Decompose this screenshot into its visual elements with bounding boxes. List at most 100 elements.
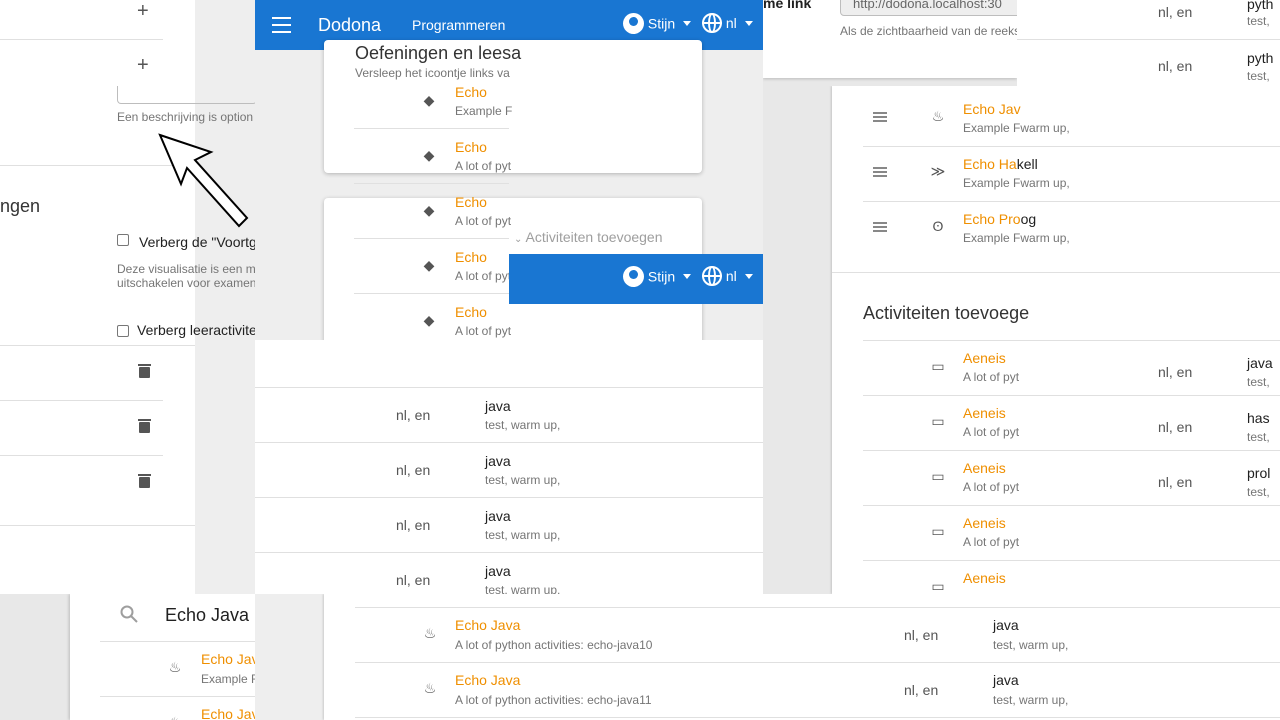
visualization-note-2: uitschakelen voor examen bbox=[117, 276, 255, 290]
activity-title[interactable]: Echo Jav bbox=[963, 101, 1021, 117]
description-input[interactable] bbox=[117, 86, 255, 104]
table-row[interactable]: ♨ Echo Java A lot of python activities: … bbox=[355, 612, 1280, 660]
list-item[interactable]: ♨ Echo Jav Example Fwarm up, bbox=[863, 92, 1280, 140]
add-plus-button-2[interactable]: + bbox=[137, 54, 149, 77]
activity-title[interactable]: Echo bbox=[455, 84, 487, 100]
drag-handle-icon[interactable] bbox=[873, 167, 887, 177]
user-menu[interactable]: Stijn bbox=[623, 13, 692, 34]
activity-title[interactable]: Echo Proog bbox=[963, 211, 1036, 227]
language-cell: nl, en bbox=[1158, 4, 1193, 20]
activity-subtitle: A lot of pyt bbox=[455, 324, 512, 338]
activity-title[interactable]: Echo bbox=[455, 139, 487, 155]
activity-title[interactable]: Echo bbox=[455, 249, 487, 265]
activity-subtitle: Example Fwarm up, bbox=[963, 231, 1070, 245]
book-icon: ▭ bbox=[931, 358, 945, 374]
drag-handle-icon[interactable] bbox=[873, 112, 887, 122]
programming-language-cell: has bbox=[1247, 410, 1270, 426]
left-panel: + + Een beschrijving is option ngen Verb… bbox=[0, 0, 255, 594]
activity-title[interactable]: Echo bbox=[455, 194, 487, 210]
hide-progress-label: Verberg de "Voortg bbox=[139, 234, 255, 250]
language-menu[interactable]: nl bbox=[702, 266, 753, 286]
user-name: Stijn bbox=[647, 15, 676, 32]
chevron-down-icon bbox=[683, 21, 692, 26]
book-icon: ▭ bbox=[931, 578, 945, 594]
list-item[interactable]: ◆ Echo A lot of pyt bbox=[354, 190, 511, 238]
activity-title[interactable]: Echo Java bbox=[455, 672, 520, 688]
language-menu[interactable]: nl bbox=[702, 13, 753, 33]
search-panel: Echo Java ♨ Echo Jav Example F ♨ Echo Ja… bbox=[0, 594, 255, 720]
python-icon: ◆ bbox=[423, 312, 435, 328]
language-cell: nl, en bbox=[396, 517, 431, 533]
list-item[interactable]: ◆ Echo Example F bbox=[354, 80, 513, 128]
list-item[interactable]: ≫ Echo Hakell Example Fwarm up, bbox=[863, 147, 1280, 195]
activity-subtitle: A lot of python activities: echo-java10 bbox=[455, 638, 653, 652]
list-item[interactable]: ◆ Echo A lot of pyt bbox=[354, 245, 511, 293]
activity-subtitle: A lot of python activities: echo-java11 bbox=[455, 693, 652, 707]
brand-title[interactable]: Dodona bbox=[318, 15, 381, 36]
section-title: Oefeningen en leesa bbox=[355, 43, 522, 63]
activity-title[interactable]: Aeneis bbox=[963, 460, 1006, 476]
nav-link-programmeren[interactable]: Programmeren bbox=[412, 17, 505, 33]
delete-icon[interactable] bbox=[138, 474, 151, 488]
activity-subtitle: A lot of pyt bbox=[963, 535, 1020, 549]
activity-table-top: nl, en pyth test, nl, en pyth test, bbox=[1017, 0, 1280, 92]
activity-title[interactable]: Aeneis bbox=[963, 350, 1006, 366]
list-item[interactable]: ♨ Echo Jav Example F bbox=[100, 646, 255, 694]
activity-subtitle: Example F bbox=[201, 672, 255, 686]
activity-title[interactable]: Echo Jav bbox=[201, 651, 255, 667]
add-plus-button[interactable]: + bbox=[137, 0, 149, 23]
activity-title[interactable]: Aeneis bbox=[963, 570, 1006, 586]
tags-cell: test, warm up, bbox=[485, 528, 561, 542]
delete-icon[interactable] bbox=[138, 419, 151, 433]
chevron-down-icon bbox=[744, 20, 753, 26]
activity-title[interactable]: Echo Jav bbox=[201, 706, 255, 720]
section-title: ngen bbox=[0, 196, 41, 216]
link-field[interactable]: http://dodona.localhost:30 bbox=[840, 0, 1017, 16]
delete-icon[interactable] bbox=[138, 364, 151, 378]
activity-title[interactable]: Echo bbox=[455, 304, 487, 320]
language-cell: nl, en bbox=[1158, 364, 1193, 380]
language-code: nl bbox=[725, 268, 737, 284]
globe-icon bbox=[702, 13, 722, 33]
list-item[interactable]: ʘ Echo Proog Example Fwarm up, bbox=[863, 202, 1280, 250]
link-label: me link bbox=[763, 0, 812, 11]
tags-cell: test, bbox=[1247, 14, 1270, 28]
java-icon: ♨ bbox=[165, 714, 185, 720]
python-icon: ◆ bbox=[423, 92, 435, 108]
tags-cell: test, bbox=[1247, 430, 1270, 444]
activity-title[interactable]: Echo Hakell bbox=[963, 156, 1038, 172]
activity-table-middle: nl, en java test, warm up, nl, en java t… bbox=[255, 340, 763, 594]
programming-language-cell: java bbox=[993, 617, 1019, 633]
activity-subtitle: Example Fwarm up, bbox=[963, 121, 1070, 135]
java-icon: ♨ bbox=[423, 625, 437, 641]
list-item[interactable]: ♨ Echo Jav bbox=[100, 701, 255, 720]
menu-icon[interactable] bbox=[272, 17, 291, 33]
activity-title[interactable]: Aeneis bbox=[963, 405, 1006, 421]
python-icon: ◆ bbox=[423, 257, 435, 273]
list-item[interactable]: ▭ Aeneis A lot of pyt bbox=[863, 511, 1280, 559]
user-menu[interactable]: Stijn bbox=[623, 266, 692, 287]
language-cell: nl, en bbox=[904, 627, 939, 643]
activity-title[interactable]: Echo Java bbox=[455, 617, 520, 633]
book-icon: ▭ bbox=[931, 468, 945, 484]
activity-table-bottom: ♨ Echo Java A lot of python activities: … bbox=[255, 594, 1280, 720]
drag-handle-icon[interactable] bbox=[873, 222, 887, 232]
table-row[interactable]: ♨ Echo Java A lot of python activities: … bbox=[355, 667, 1280, 715]
tags-cell: test, warm up, bbox=[485, 583, 561, 594]
language-cell: nl, en bbox=[1158, 419, 1193, 435]
list-item[interactable]: ▭ Aeneis A lot of pyt nl, en java test, bbox=[863, 346, 1280, 394]
list-item[interactable]: ◆ Echo A lot of pyt bbox=[354, 300, 512, 340]
language-cell: nl, en bbox=[1158, 58, 1193, 74]
chevron-down-icon: ⌄ bbox=[514, 234, 523, 245]
list-item[interactable]: ▭ Aeneis A lot of pyt nl, en prol test, bbox=[863, 456, 1280, 504]
list-item[interactable]: ◆ Echo A lot of pyt bbox=[354, 135, 511, 183]
hide-activities-checkbox[interactable] bbox=[117, 325, 129, 337]
add-activities-button[interactable]: ⌄ Activiteiten toevoegen bbox=[514, 229, 663, 245]
list-item[interactable]: ▭ Aeneis bbox=[863, 566, 1280, 594]
owl-icon: ʘ bbox=[932, 218, 944, 234]
activity-title[interactable]: Aeneis bbox=[963, 515, 1006, 531]
hide-progress-checkbox[interactable] bbox=[117, 234, 129, 246]
search-input[interactable]: Echo Java bbox=[165, 605, 249, 626]
list-item[interactable]: ▭ Aeneis A lot of pyt nl, en has test, bbox=[863, 401, 1280, 449]
language-cell: nl, en bbox=[396, 407, 431, 423]
